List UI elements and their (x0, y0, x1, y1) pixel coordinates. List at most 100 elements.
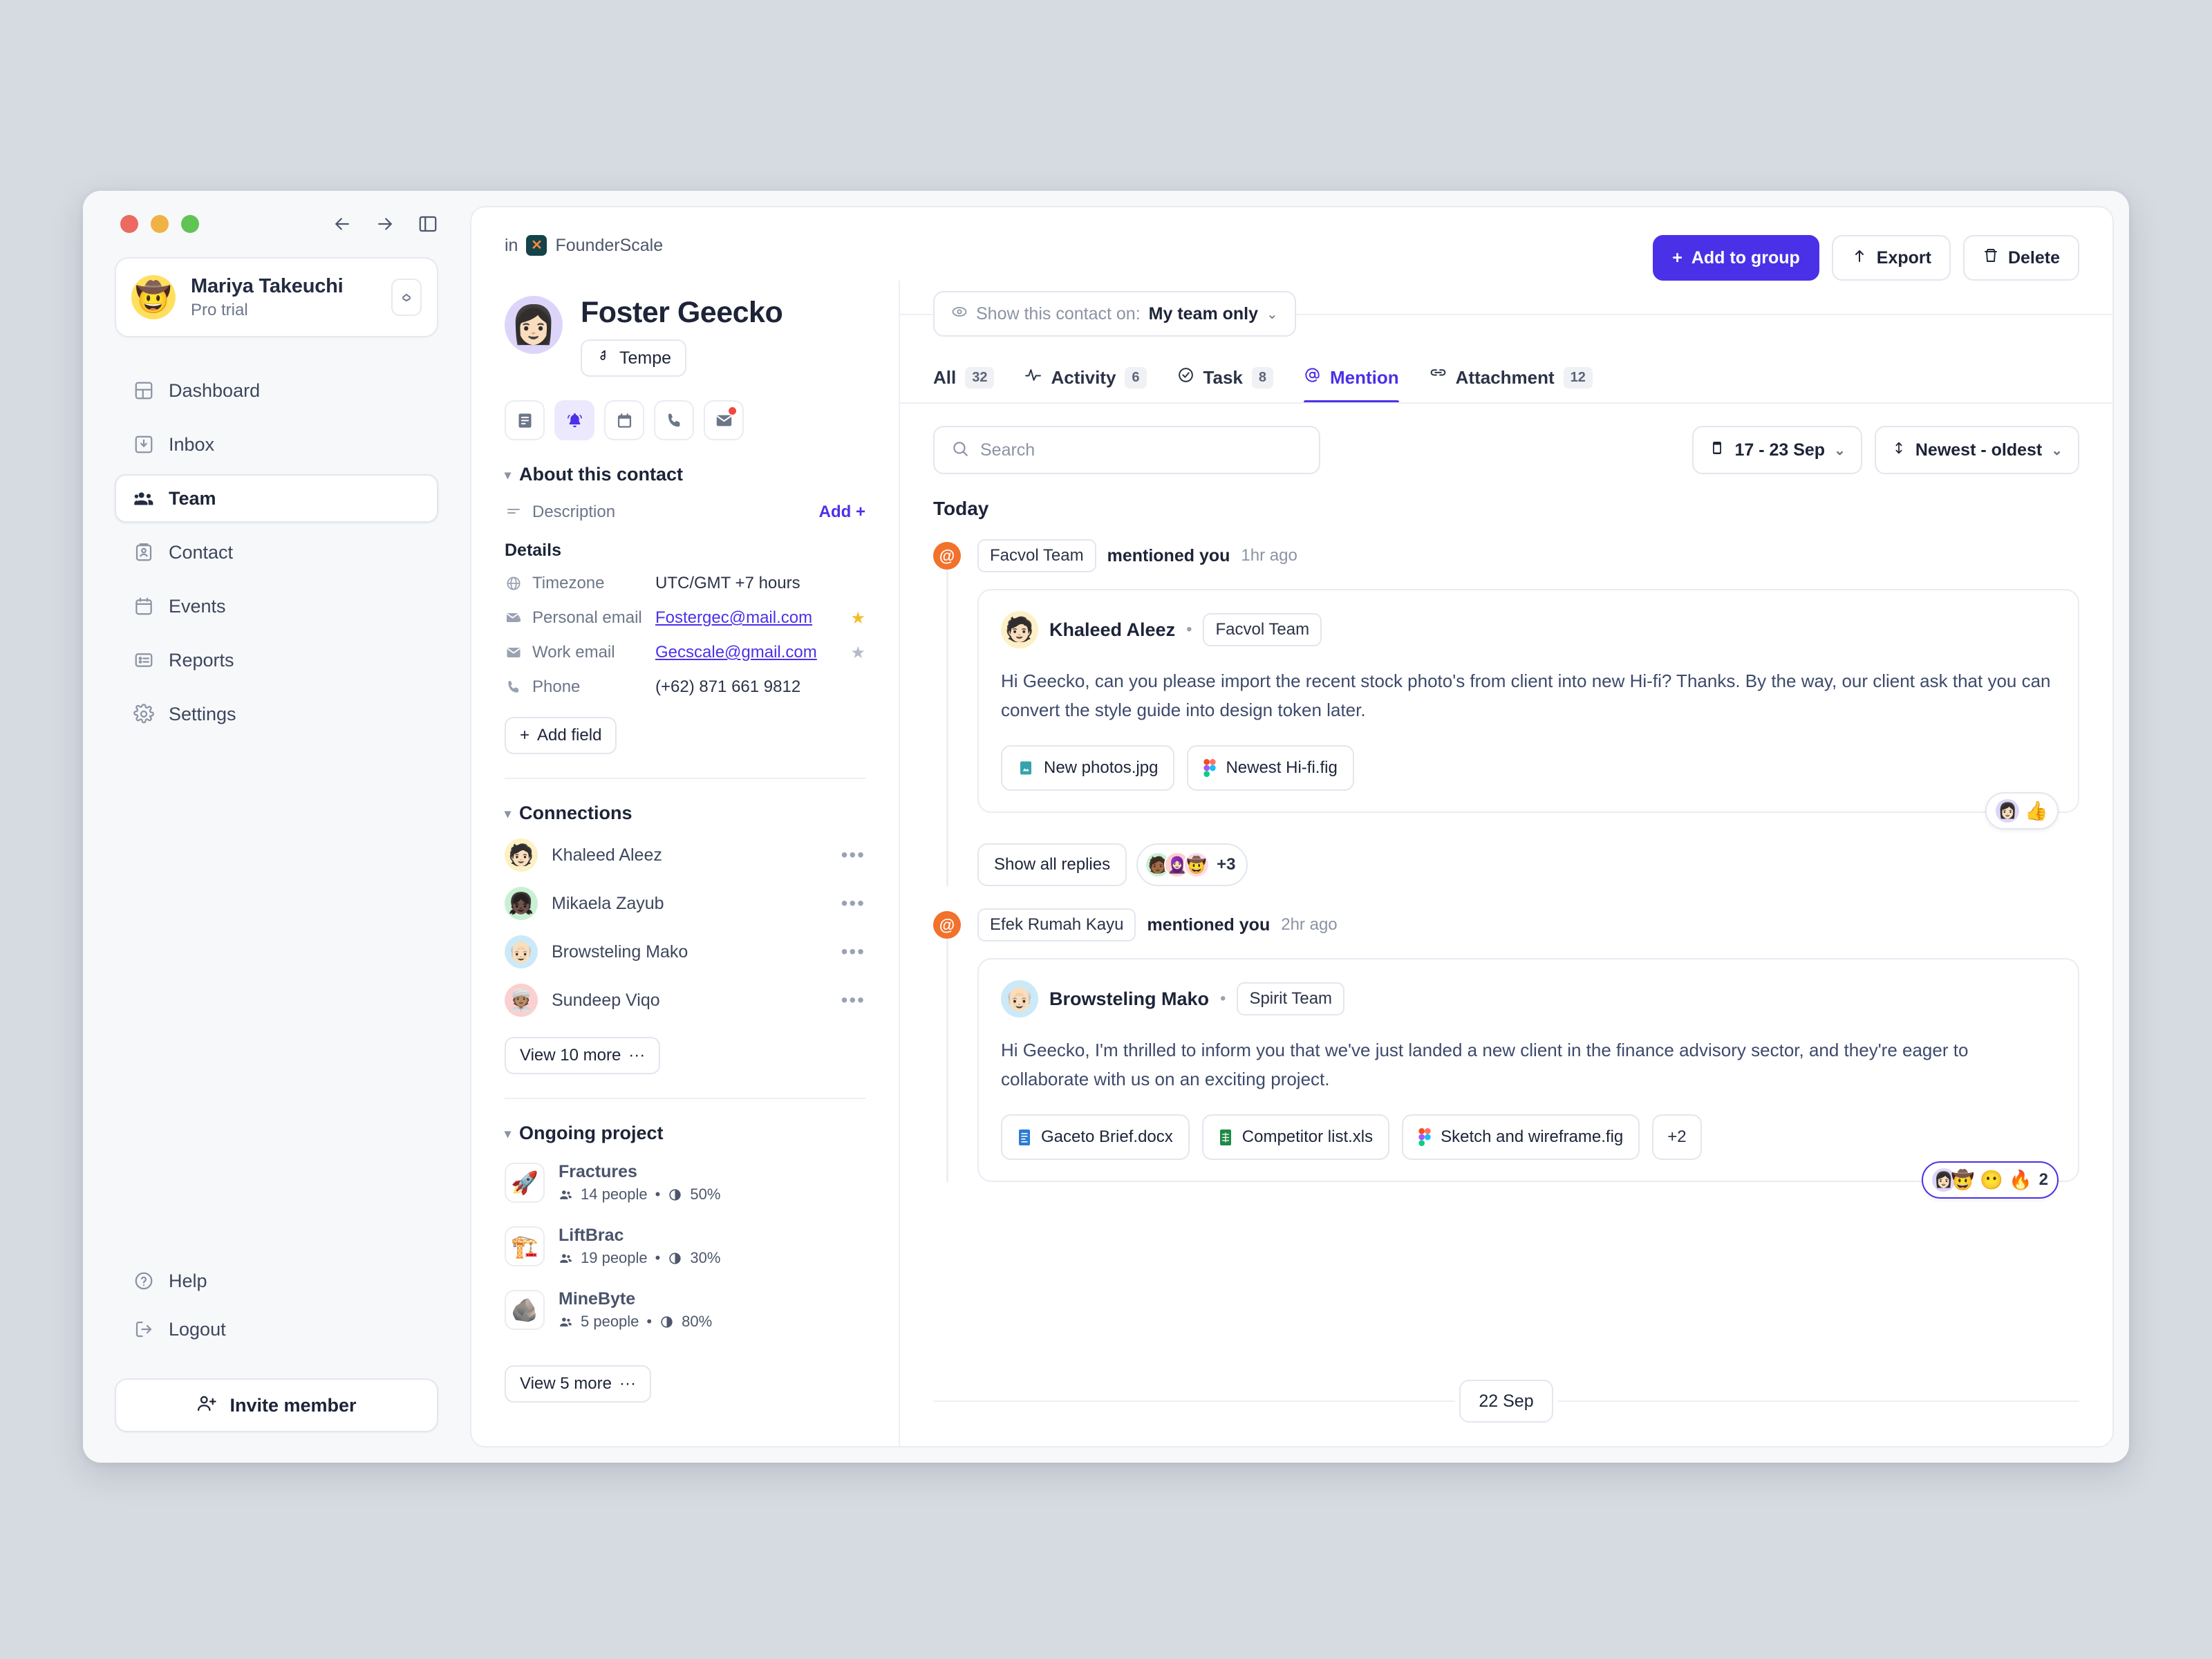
more-options-icon[interactable]: ••• (841, 942, 865, 962)
more-options-icon[interactable]: ••• (841, 894, 865, 913)
detail-value-link[interactable]: Fostergec@mail.com (655, 608, 812, 628)
bell-icon[interactable] (554, 400, 594, 440)
contact-icon (133, 541, 155, 563)
note-icon[interactable] (505, 400, 545, 440)
date-chip: 22 Sep (1459, 1380, 1553, 1423)
reaction-chip[interactable]: 👩🏻 👍 (1985, 792, 2059, 830)
calendar-icon[interactable] (604, 400, 644, 440)
delete-button[interactable]: Delete (1962, 235, 2079, 281)
sidebar-item-inbox[interactable]: Inbox (115, 420, 438, 469)
search-input[interactable] (980, 440, 1302, 460)
attachment-name: +2 (1667, 1127, 1687, 1147)
list-item[interactable]: 👳🏽 Sundeep Viqo ••• (505, 976, 865, 1024)
tab-count: 12 (1563, 366, 1593, 388)
sort-selector[interactable]: Newest - oldest ⌄ (1874, 426, 2079, 474)
tab-mention[interactable]: Mention (1304, 366, 1399, 404)
more-options-icon[interactable]: ••• (841, 845, 865, 865)
add-to-group-button[interactable]: + Add to group (1653, 235, 1819, 281)
attachment-chip[interactable]: Newest Hi-fi.fig (1187, 745, 1354, 791)
tab-task[interactable]: Task 8 (1177, 366, 1273, 404)
add-field-button[interactable]: + Add field (505, 717, 617, 754)
sidebar-item-team[interactable]: Team (115, 474, 438, 523)
repliers-group[interactable]: 🧑🏾 🧕🏻 🤠 +3 (1136, 843, 1248, 887)
sidebar-item-label: Dashboard (169, 379, 261, 401)
close-window-button[interactable] (120, 215, 138, 233)
contact-tag-badge[interactable]: Tempe (581, 339, 687, 377)
author-team-badge[interactable]: Spirit Team (1237, 982, 1345, 1016)
mail-icon[interactable] (704, 400, 744, 440)
ongoing-project-title[interactable]: ▾ Ongoing project (505, 1123, 865, 1144)
avatar: 👳🏽 (505, 984, 538, 1017)
list-item[interactable]: 🚀 Fractures 14 people • 50% (505, 1151, 865, 1215)
sidebar-item-events[interactable]: Events (115, 582, 438, 630)
tab-count: 8 (1251, 366, 1273, 388)
search-box[interactable] (933, 426, 1320, 474)
source-team-badge[interactable]: Facvol Team (977, 539, 1096, 572)
connections-title[interactable]: ▾ Connections (505, 803, 865, 824)
sidebar-item-label: Events (169, 595, 226, 617)
sidebar-item-settings[interactable]: Settings (115, 690, 438, 738)
date-range-selector[interactable]: 17 - 23 Sep ⌄ (1692, 426, 1862, 474)
tab-activity[interactable]: Activity 6 (1024, 366, 1147, 404)
tab-attachment[interactable]: Attachment 12 (1430, 366, 1593, 404)
workspace-profile-card[interactable]: 🤠 Mariya Takeuchi Pro trial (115, 257, 438, 337)
sidebar-item-label: Logout (169, 1318, 226, 1340)
back-arrow-icon[interactable] (332, 214, 353, 234)
reaction-emoji: 😶 (1980, 1169, 2004, 1190)
sidebar-item-dashboard[interactable]: Dashboard (115, 366, 438, 415)
attachment-chip[interactable]: Competitor list.xls (1201, 1114, 1390, 1161)
more-attachments-button[interactable]: +2 (1652, 1114, 1702, 1161)
source-team-badge[interactable]: Efek Rumah Kayu (977, 908, 1136, 942)
workspace-switcher-button[interactable] (391, 279, 422, 316)
list-item[interactable]: 🧑🏻 Khaleed Aleez ••• (505, 831, 865, 879)
attachment-chip[interactable]: Sketch and wireframe.fig (1402, 1114, 1640, 1161)
sidebar-item-label: Team (169, 487, 216, 509)
about-contact-title[interactable]: ▾ About this contact (505, 464, 865, 485)
author-team-badge[interactable]: Facvol Team (1203, 613, 1322, 646)
detail-value-link[interactable]: Gecscale@gmail.com (655, 643, 817, 662)
tab-all[interactable]: All 32 (933, 367, 995, 404)
sidebar-item-logout[interactable]: Logout (115, 1305, 438, 1353)
figma-file-icon (1203, 759, 1217, 778)
favorite-star-icon[interactable]: ★ (850, 643, 865, 663)
tab-label: All (933, 367, 957, 388)
invite-member-button[interactable]: Invite member (115, 1378, 438, 1432)
detail-label: Timezone (532, 574, 605, 592)
favorite-star-icon[interactable]: ★ (850, 608, 865, 628)
view-more-projects-button[interactable]: View 5 more ··· (505, 1365, 651, 1403)
breadcrumb-workspace[interactable]: FounderScale (555, 236, 663, 256)
attachment-chip[interactable]: New photos.jpg (1001, 745, 1175, 791)
breadcrumb: in ✕ FounderScale (505, 235, 663, 256)
avatar-emoji: 👩🏻 (1934, 1171, 1953, 1189)
view-more-connections-button[interactable]: View 10 more ··· (505, 1037, 661, 1074)
add-description-button[interactable]: Add + (819, 503, 865, 522)
sidebar-item-reports[interactable]: Reports (115, 636, 438, 684)
profile-plan: Pro trial (191, 300, 248, 319)
maximize-window-button[interactable] (181, 215, 199, 233)
chevron-down-icon: ⌄ (1266, 306, 1278, 322)
export-button[interactable]: Export (1831, 235, 1951, 281)
calendar-icon (133, 595, 155, 617)
list-item[interactable]: 🏗️ LiftBrac 19 people • 30% (505, 1215, 865, 1278)
section-title-text: Ongoing project (519, 1123, 664, 1143)
list-item[interactable]: 👴🏻 Browsteling Mako ••• (505, 928, 865, 976)
attachment-list: Gaceto Brief.docx Competitor list.xls Sk… (1001, 1114, 2056, 1161)
forward-arrow-icon[interactable] (375, 214, 395, 234)
detail-label: Phone (532, 677, 581, 696)
sidebar-toggle-icon[interactable] (418, 214, 438, 234)
reaction-chip[interactable]: 👩🏻 🤠 😶 🔥 2 (1921, 1161, 2059, 1199)
list-item[interactable]: 🪨 MineByte 5 people • 80% (505, 1278, 865, 1342)
mail-lock-icon (505, 610, 523, 626)
list-item[interactable]: 👧🏿 Mikaela Zayub ••• (505, 879, 865, 928)
sidebar-item-help[interactable]: Help (115, 1257, 438, 1305)
more-options-icon[interactable]: ••• (841, 991, 865, 1010)
phone-icon[interactable] (654, 400, 694, 440)
calendar-icon (1709, 440, 1725, 461)
minimize-window-button[interactable] (151, 215, 169, 233)
show-all-replies-button[interactable]: Show all replies (977, 843, 1127, 887)
sidebar-item-contact[interactable]: Contact (115, 528, 438, 577)
project-progress: 80% (682, 1313, 713, 1330)
attachment-chip[interactable]: Gaceto Brief.docx (1001, 1114, 1190, 1161)
contact-visibility-selector[interactable]: Show this contact on: My team only ⌄ (933, 291, 1296, 337)
project-progress: 30% (690, 1249, 721, 1266)
